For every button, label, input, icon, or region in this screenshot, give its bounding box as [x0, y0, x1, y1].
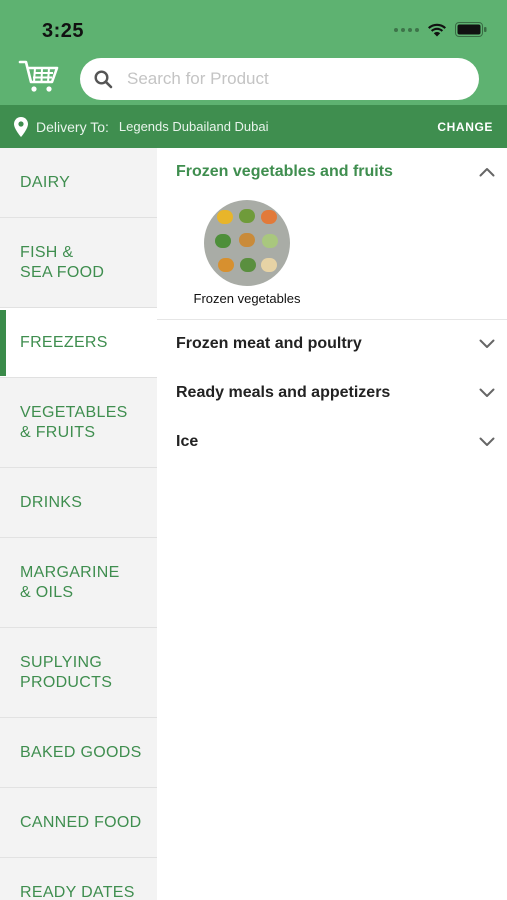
signal-icon [394, 27, 419, 32]
sidebar-item-margarine-oils[interactable]: MARGARINE & OILS [0, 538, 157, 628]
sidebar-item-canned-food[interactable]: CANNED FOOD [0, 788, 157, 858]
sidebar-item-label: MARGARINE & OILS [20, 563, 120, 601]
sidebar-item-drinks[interactable]: DRINKS [0, 468, 157, 538]
section-frozen-vegetables-fruits[interactable]: Frozen vegetables and fruits [157, 158, 507, 186]
location-pin-icon [14, 116, 28, 137]
section-title: Ready meals and appetizers [176, 384, 391, 401]
section-title: Ice [176, 433, 199, 450]
delivery-label: Delivery To: [36, 118, 109, 135]
section-title: Frozen vegetables and fruits [176, 163, 393, 180]
sidebar-item-ready-dates[interactable]: READY DATES [0, 858, 157, 900]
sidebar-item-label: DRINKS [20, 493, 83, 511]
sidebar-item-fish-sea-food[interactable]: FISH & SEA FOOD [0, 218, 157, 308]
sidebar-item-label: READY DATES [20, 883, 135, 900]
status-time: 3:25 [42, 20, 85, 42]
change-location-button[interactable]: CHANGE [437, 120, 493, 134]
chevron-down-icon [479, 437, 495, 446]
frozen-vegetables-image [204, 200, 290, 286]
sidebar-item-freezers[interactable]: FREEZERS [0, 308, 157, 378]
section-frozen-meat-poultry[interactable]: Frozen meat and poultry [157, 330, 507, 358]
chevron-down-icon [479, 339, 495, 348]
section-title: Frozen meat and poultry [176, 335, 362, 352]
sidebar-item-label: VEGETABLES & FRUITS [20, 403, 128, 441]
sidebar-item-label: FISH & SEA FOOD [20, 243, 105, 281]
sidebar-item-label: SUPLYING PRODUCTS [20, 653, 113, 691]
category-sidebar: DAIRY FISH & SEA FOOD FREEZERS VEGETABLE… [0, 148, 157, 900]
section-ready-meals-appetizers[interactable]: Ready meals and appetizers [157, 379, 507, 407]
search-input[interactable] [127, 69, 447, 89]
sidebar-item-vegetables-fruits[interactable]: VEGETABLES & FRUITS [0, 378, 157, 468]
subcategory-panel: Frozen vegetables and fruits Frozen vege… [157, 148, 507, 900]
sidebar-item-label: DAIRY [20, 173, 71, 191]
section-divider [157, 319, 507, 320]
status-icons [394, 22, 487, 37]
sidebar-item-label: BAKED GOODS [20, 743, 142, 761]
chevron-up-icon [479, 168, 495, 177]
section-ice[interactable]: Ice [157, 428, 507, 456]
chevron-down-icon [479, 388, 495, 397]
sidebar-item-suplying-products[interactable]: SUPLYING PRODUCTS [0, 628, 157, 718]
delivery-location: Legends Dubailand Dubai [118, 119, 269, 134]
app-header: 3:25 [0, 0, 507, 105]
sidebar-item-dairy[interactable]: DAIRY [0, 148, 157, 218]
subcategory-card-frozen-vegetables[interactable]: Frozen vegetables [185, 200, 309, 306]
cart-icon[interactable] [18, 58, 60, 94]
subcategory-label: Frozen vegetables [193, 291, 301, 306]
sidebar-item-label: FREEZERS [20, 333, 108, 351]
search-icon [94, 69, 113, 88]
sidebar-item-baked-goods[interactable]: BAKED GOODS [0, 718, 157, 788]
search-bar[interactable] [80, 58, 479, 100]
delivery-bar: Delivery To: Legends Dubailand Dubai CHA… [0, 105, 507, 148]
sidebar-item-label: CANNED FOOD [20, 813, 142, 831]
wifi-icon [428, 23, 446, 37]
battery-icon [455, 22, 487, 37]
